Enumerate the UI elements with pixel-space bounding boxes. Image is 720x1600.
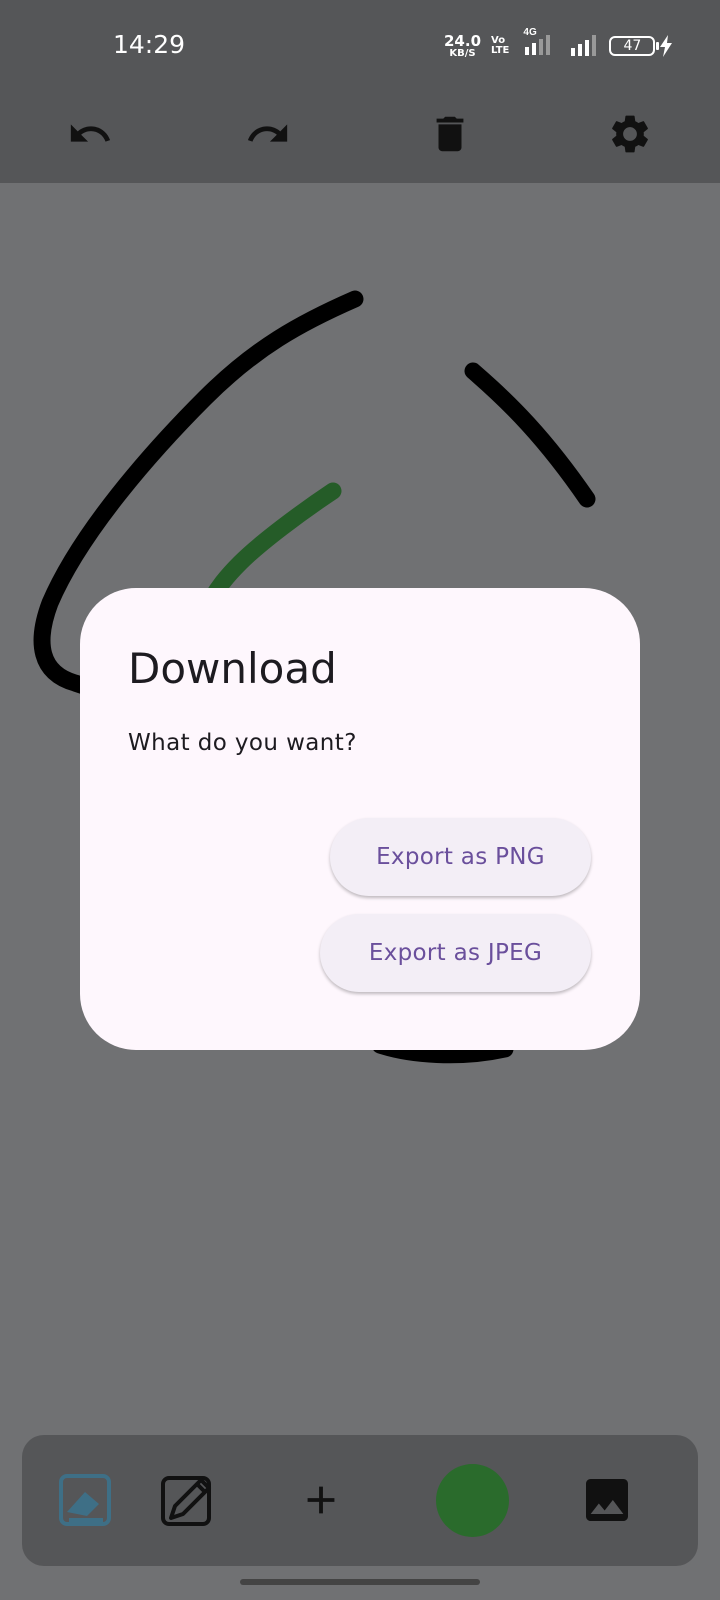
volte-icon: Vo LTE	[491, 36, 509, 56]
eraser-icon	[59, 1474, 111, 1526]
undo-icon	[70, 124, 111, 142]
dialog-title: Download	[128, 644, 337, 693]
add-button[interactable]	[286, 1465, 356, 1535]
home-indicator[interactable]	[240, 1579, 480, 1585]
redo-icon	[247, 124, 288, 142]
network-type: 4G	[523, 26, 537, 38]
redo-button[interactable]	[238, 104, 298, 164]
green-stroke	[203, 482, 342, 607]
plus-icon	[307, 1486, 335, 1514]
battery-icon: 47	[609, 36, 660, 56]
download-dialog: Download What do you want? Export as PNG…	[80, 588, 640, 1050]
status-icons: 24.0 KB/S Vo LTE 4G 47	[444, 27, 673, 64]
signal-4g-icon: 4G	[519, 27, 559, 62]
trash-icon	[436, 116, 464, 152]
network-speed-unit: KB/S	[449, 47, 476, 59]
pen-icon	[161, 1476, 211, 1526]
settings-button[interactable]	[600, 104, 660, 164]
status-time: 14:29	[113, 30, 186, 59]
black-stroke-2	[464, 362, 596, 508]
undo-button[interactable]	[60, 104, 120, 164]
export-jpeg-button[interactable]: Export as JPEG	[320, 914, 591, 992]
pen-button[interactable]	[152, 1465, 222, 1535]
battery-percent: 47	[623, 38, 642, 54]
eraser-button[interactable]	[50, 1465, 120, 1535]
image-button[interactable]	[572, 1465, 642, 1535]
export-png-button[interactable]: Export as PNG	[330, 818, 591, 896]
bottom-toolbar	[22, 1435, 698, 1566]
gear-icon	[612, 115, 648, 153]
image-icon	[586, 1479, 628, 1521]
charging-icon	[660, 35, 673, 57]
status-bar: 14:29 24.0 KB/S Vo LTE 4G 47	[0, 0, 720, 86]
network-speed-value: 24.0	[444, 31, 482, 50]
signal-icon	[569, 32, 599, 61]
delete-button[interactable]	[420, 104, 480, 164]
top-toolbar	[0, 86, 720, 183]
volte-bottom: LTE	[491, 45, 510, 56]
network-speed: 24.0 KB/S	[444, 31, 482, 59]
color-picker-button[interactable]	[436, 1464, 509, 1537]
dialog-message: What do you want?	[128, 730, 357, 756]
